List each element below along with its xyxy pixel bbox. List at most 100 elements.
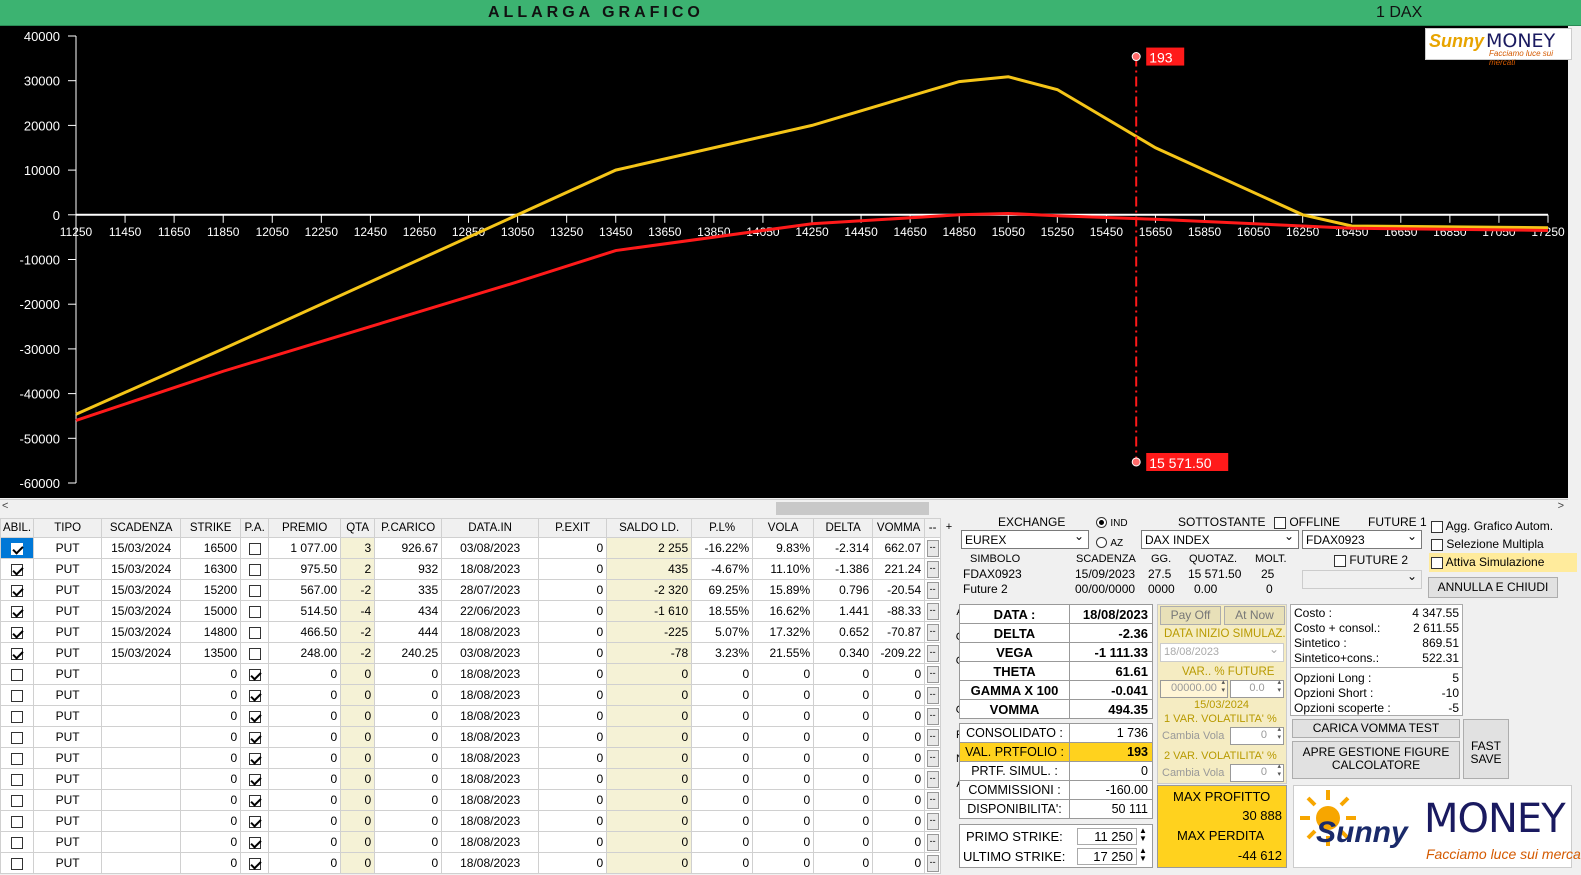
- cell-vola[interactable]: 0: [752, 768, 815, 790]
- abil-checkbox[interactable]: [11, 794, 24, 807]
- table-row[interactable]: PUT 15/03/2024 16300 975.50 2 932 18/08/2023 0 4…: [0, 558, 942, 580]
- cell-delta[interactable]: 0: [813, 852, 874, 874]
- row-menu-cell[interactable]: --: [924, 831, 942, 853]
- cell-vola[interactable]: 21.55%: [752, 642, 815, 664]
- row-menu-button[interactable]: --: [926, 645, 939, 662]
- abil-cell[interactable]: [0, 705, 35, 727]
- cambia-vola2-spinner[interactable]: 0: [1230, 763, 1284, 782]
- cell-vola[interactable]: 0: [752, 831, 815, 853]
- cell-strike[interactable]: 0: [180, 684, 242, 706]
- cell-pl[interactable]: -16.22%: [691, 537, 754, 559]
- pa-cell[interactable]: [240, 600, 270, 622]
- col-header-14[interactable]: VOMMA: [872, 518, 926, 538]
- cell-saldo[interactable]: -2 320: [606, 579, 693, 601]
- ultimo-strike-input[interactable]: 17 250: [1077, 848, 1137, 865]
- cell-scad[interactable]: [101, 768, 182, 790]
- cell-vola[interactable]: 0: [752, 684, 815, 706]
- col-header-13[interactable]: DELTA: [813, 518, 874, 538]
- cell-datain[interactable]: 18/08/2023: [441, 789, 540, 811]
- add-row-button[interactable]: +: [944, 518, 954, 537]
- table-row[interactable]: PUT 0 0 0 0 18/08/2023 0 0 0 0 0 0 --: [0, 852, 942, 874]
- cell-vomma[interactable]: -209.22: [872, 642, 926, 664]
- cell-pexit[interactable]: 0: [538, 600, 608, 622]
- cell-vomma[interactable]: -20.54: [872, 579, 926, 601]
- cell-tipo[interactable]: PUT: [33, 747, 103, 769]
- cell-delta[interactable]: 0: [813, 684, 874, 706]
- cell-datain[interactable]: 18/08/2023: [441, 810, 540, 832]
- cell-pexit[interactable]: 0: [538, 831, 608, 853]
- cell-strike[interactable]: 0: [180, 789, 242, 811]
- offline-toggle[interactable]: OFFLINE: [1274, 515, 1340, 529]
- cell-strike[interactable]: 14800: [180, 621, 242, 643]
- cell-scad[interactable]: [101, 705, 182, 727]
- cell-pexit[interactable]: 0: [538, 726, 608, 748]
- pa-checkbox[interactable]: [248, 563, 261, 576]
- cell-datain[interactable]: 03/08/2023: [441, 642, 540, 664]
- table-row[interactable]: PUT 15/03/2024 14800 466.50 -2 444 18/08/2023 0…: [0, 621, 942, 643]
- abil-cell[interactable]: [0, 642, 35, 664]
- cell-delta[interactable]: 0: [813, 810, 874, 832]
- table-row[interactable]: PUT 0 0 0 0 18/08/2023 0 0 0 0 0 0 --: [0, 726, 942, 748]
- sottostante-select[interactable]: DAX INDEX: [1141, 530, 1299, 549]
- cell-pl[interactable]: 0: [691, 663, 754, 685]
- cell-premio[interactable]: 0: [268, 831, 342, 853]
- cell-pl[interactable]: 18.55%: [691, 600, 754, 622]
- title-bar[interactable]: ALLARGA GRAFICO 1 DAX: [0, 0, 1581, 26]
- cell-pcar[interactable]: 0: [374, 789, 443, 811]
- carica-vomma-button[interactable]: CARICA VOMMA TEST: [1292, 719, 1460, 738]
- cell-premio[interactable]: 0: [268, 768, 342, 790]
- cell-datain[interactable]: 18/08/2023: [441, 705, 540, 727]
- ultimo-strike-spinner-icon[interactable]: ▲ ▼: [1139, 847, 1147, 863]
- cell-tipo[interactable]: PUT: [33, 537, 103, 559]
- cell-scad[interactable]: [101, 684, 182, 706]
- table-row[interactable]: PUT 0 0 0 0 18/08/2023 0 0 0 0 0 0 --: [0, 831, 942, 853]
- cell-saldo[interactable]: 435: [606, 558, 693, 580]
- col-header-2[interactable]: SCADENZA: [101, 518, 182, 538]
- cell-premio[interactable]: 0: [268, 747, 342, 769]
- cell-tipo[interactable]: PUT: [33, 684, 103, 706]
- table-row[interactable]: PUT 0 0 0 0 18/08/2023 0 0 0 0 0 0 --: [0, 684, 942, 706]
- abil-cell[interactable]: [0, 537, 35, 559]
- cell-premio[interactable]: 0: [268, 789, 342, 811]
- cell-tipo[interactable]: PUT: [33, 831, 103, 853]
- cell-delta[interactable]: 1.441: [813, 600, 874, 622]
- row-menu-button[interactable]: --: [926, 750, 939, 767]
- cell-strike[interactable]: 0: [180, 705, 242, 727]
- cell-delta[interactable]: -1.386: [813, 558, 874, 580]
- cell-tipo[interactable]: PUT: [33, 852, 103, 874]
- cell-pcar[interactable]: 926.67: [374, 537, 443, 559]
- cell-datain[interactable]: 18/08/2023: [441, 684, 540, 706]
- cell-vomma[interactable]: 662.07: [872, 537, 926, 559]
- row-menu-button[interactable]: --: [926, 561, 939, 578]
- row-menu-cell[interactable]: --: [924, 684, 942, 706]
- cell-premio[interactable]: 0: [268, 684, 342, 706]
- abil-cell[interactable]: [0, 747, 35, 769]
- row-menu-cell[interactable]: --: [924, 852, 942, 874]
- row-menu-cell[interactable]: --: [924, 600, 942, 622]
- simulazione-checkbox[interactable]: [1431, 556, 1443, 569]
- cell-premio[interactable]: 514.50: [268, 600, 342, 622]
- primo-strike-spinner-icon[interactable]: ▲ ▼: [1139, 827, 1147, 843]
- abil-cell[interactable]: [0, 600, 35, 622]
- cell-strike[interactable]: 0: [180, 831, 242, 853]
- cell-delta[interactable]: 0: [813, 747, 874, 769]
- col-header-5[interactable]: PREMIO: [268, 518, 342, 538]
- col-header-11[interactable]: P.L%: [691, 518, 754, 538]
- cell-scad[interactable]: 15/03/2024: [101, 558, 182, 580]
- cell-pcar[interactable]: 0: [374, 852, 443, 874]
- cell-vola[interactable]: 11.10%: [752, 558, 815, 580]
- cell-delta[interactable]: 0.340: [813, 642, 874, 664]
- abil-cell[interactable]: [0, 852, 35, 874]
- cell-qta[interactable]: 0: [340, 726, 376, 748]
- cell-vomma[interactable]: 0: [872, 747, 926, 769]
- agg-grafico-toggle[interactable]: Agg. Grafico Autom.: [1431, 519, 1553, 533]
- cell-pl[interactable]: 69.25%: [691, 579, 754, 601]
- cambia-vola1-spinner[interactable]: 0: [1230, 726, 1284, 745]
- table-row[interactable]: PUT 15/03/2024 15200 567.00 -2 335 28/07/2023 0…: [0, 579, 942, 601]
- abil-checkbox[interactable]: [11, 857, 24, 870]
- cell-premio[interactable]: 567.00: [268, 579, 342, 601]
- cell-vola[interactable]: 0: [752, 705, 815, 727]
- scroll-thumb[interactable]: [776, 502, 929, 515]
- abil-checkbox[interactable]: [11, 647, 24, 660]
- pa-checkbox[interactable]: [248, 815, 261, 828]
